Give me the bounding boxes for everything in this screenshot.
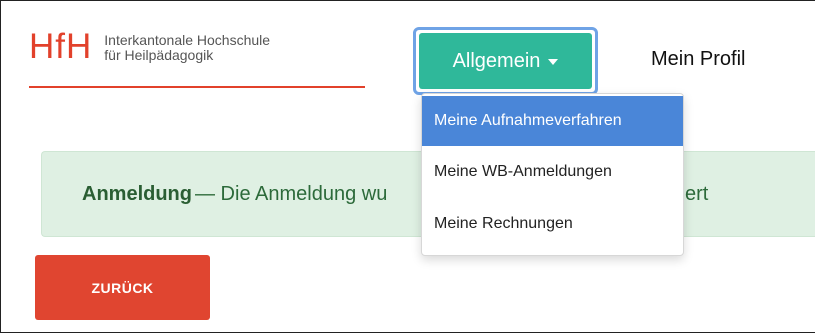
page: HfH Interkantonale Hochschule für Heilpä…	[0, 0, 815, 333]
logo-text: Interkantonale Hochschule für Heilpädago…	[104, 33, 270, 63]
logo-text-line2: für Heilpädagogik	[104, 47, 214, 63]
alert-message-start: — Die Anmeldung wu	[195, 183, 388, 205]
alert-message-end: ert	[685, 183, 709, 205]
menu-item-aufnahmeverfahren[interactable]: Meine Aufnahmeverfahren	[422, 96, 683, 146]
menu-item-wb-anmeldungen[interactable]: Meine WB-Anmeldungen	[422, 146, 683, 198]
nav-general-focus-ring: Allgemein	[413, 27, 598, 95]
caret-down-icon	[548, 59, 559, 65]
logo-underline	[29, 86, 365, 88]
nav-general-label: Allgemein	[452, 49, 541, 72]
hfh-logo[interactable]: HfH Interkantonale Hochschule für Heilpä…	[29, 29, 270, 64]
general-dropdown-menu: Meine Aufnahmeverfahren Meine WB-Anmeldu…	[421, 93, 684, 256]
menu-item-rechnungen[interactable]: Meine Rechnungen	[422, 198, 683, 250]
alert-title: Anmeldung	[82, 183, 192, 205]
nav-general-dropdown-button[interactable]: Allgemein	[419, 33, 592, 89]
nav-profile-link[interactable]: Mein Profil	[651, 48, 745, 71]
logo-text-line1: Interkantonale Hochschule	[104, 32, 271, 48]
back-button[interactable]: ZURÜCK	[35, 255, 210, 320]
logo-mark: HfH	[29, 27, 93, 66]
